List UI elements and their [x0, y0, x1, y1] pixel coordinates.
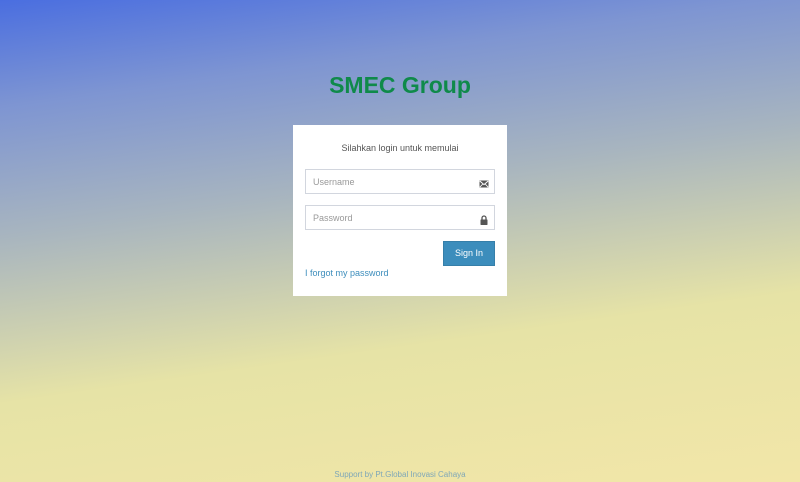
- login-message: Silahkan login untuk memulai: [341, 143, 459, 153]
- lock-icon: [479, 212, 489, 225]
- password-input[interactable]: [306, 206, 471, 229]
- password-field-wrapper: [305, 205, 495, 230]
- brand-title: SMEC Group: [329, 72, 471, 98]
- envelope-icon: [479, 176, 489, 188]
- username-field-wrapper: [305, 169, 495, 194]
- username-input[interactable]: [306, 170, 471, 193]
- login-box: Silahkan login untuk memulai Sign In I f…: [293, 125, 507, 296]
- forgot-password-link[interactable]: I forgot my password: [305, 268, 389, 278]
- footer-support-text: Support by Pt.Global Inovasi Cahaya: [334, 470, 466, 479]
- sign-in-button[interactable]: Sign In: [443, 241, 495, 266]
